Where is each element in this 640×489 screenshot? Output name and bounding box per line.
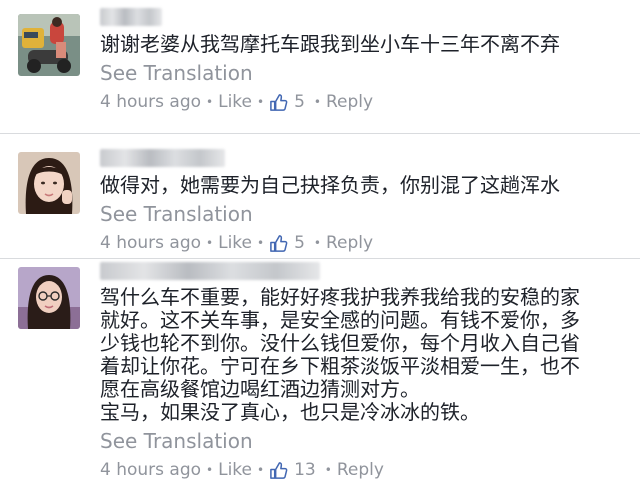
separator-dot: • <box>257 463 265 477</box>
reply-link[interactable]: Reply <box>326 92 373 112</box>
see-translation-link[interactable]: See Translation <box>100 202 253 226</box>
author-name-redacted[interactable] <box>100 8 162 26</box>
reply-link[interactable]: Reply <box>326 233 373 253</box>
divider <box>0 133 640 134</box>
comment-text: 谢谢老婆从我驾摩托车跟我到坐小车十三年不离不弃 <box>100 32 560 56</box>
like-count: 5 <box>294 92 305 112</box>
see-translation-link[interactable]: See Translation <box>100 61 253 85</box>
comment-text: 做得对，她需要为自己抉择负责，你别混了这趟浑水 <box>100 173 560 197</box>
timestamp[interactable]: 4 hours ago <box>100 460 201 480</box>
like-link[interactable]: Like <box>218 460 252 480</box>
like-link[interactable]: Like <box>218 92 252 112</box>
like-count: 5 <box>294 233 305 253</box>
separator-dot: • <box>313 95 321 109</box>
reply-link[interactable]: Reply <box>337 460 384 480</box>
separator-dot: • <box>257 236 265 250</box>
avatar[interactable] <box>18 152 80 214</box>
comment-meta: 4 hours ago • Like • 5 • Reply <box>100 231 373 255</box>
like-count: 13 <box>294 460 316 480</box>
separator-dot: • <box>257 95 265 109</box>
divider <box>0 258 640 259</box>
avatar-photo-street <box>18 14 80 76</box>
separator-dot: • <box>206 463 214 477</box>
separator-dot: • <box>313 236 321 250</box>
comment-text: 驾什么车不重要，能好好疼我护我养我给我的安稳的家 就好。这不关车事，是安全感的问… <box>100 285 580 424</box>
comment-meta: 4 hours ago • Like • 13 • Reply <box>100 458 384 482</box>
avatar-photo-woman-glasses <box>18 267 80 329</box>
author-name-redacted[interactable] <box>100 262 320 280</box>
separator-dot: • <box>206 95 214 109</box>
thumbs-up-icon[interactable] <box>269 234 288 253</box>
avatar-photo-woman <box>18 152 80 214</box>
like-link[interactable]: Like <box>218 233 252 253</box>
see-translation-link[interactable]: See Translation <box>100 429 253 453</box>
separator-dot: • <box>206 236 214 250</box>
thumbs-up-icon[interactable] <box>269 461 288 480</box>
timestamp[interactable]: 4 hours ago <box>100 92 201 112</box>
avatar[interactable] <box>18 267 80 329</box>
comment-meta: 4 hours ago • Like • 5 • Reply <box>100 90 373 114</box>
avatar[interactable] <box>18 14 80 76</box>
author-name-redacted[interactable] <box>100 149 225 167</box>
timestamp[interactable]: 4 hours ago <box>100 233 201 253</box>
separator-dot: • <box>324 463 332 477</box>
thumbs-up-icon[interactable] <box>269 93 288 112</box>
